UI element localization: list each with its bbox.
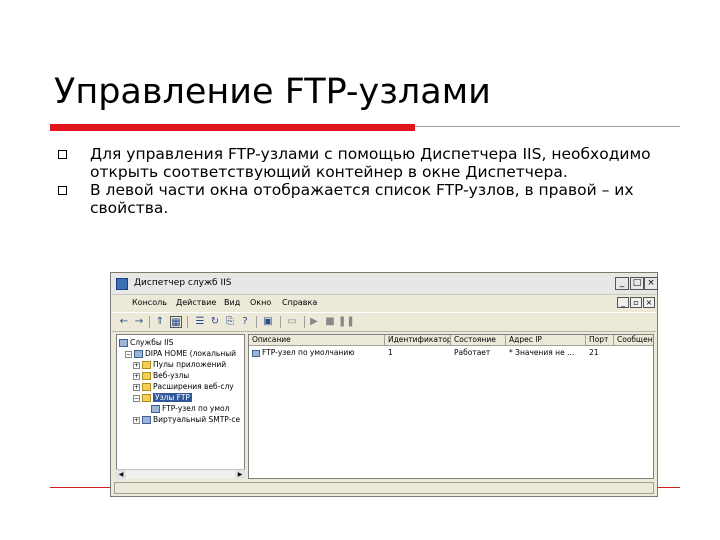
tree-item-web-sites[interactable]: + Веб-узлы xyxy=(133,370,189,381)
iis-icon xyxy=(119,339,128,347)
status-bar xyxy=(114,482,654,494)
forward-icon[interactable]: → xyxy=(133,316,145,328)
slide-title: Управление FTP-узлами xyxy=(54,72,491,112)
bullet-text: Для управления FTP-узлами с помощью Дисп… xyxy=(90,145,651,181)
tree-item-label: Веб-узлы xyxy=(153,371,190,380)
tree-item-web-extensions[interactable]: + Расширения веб-слу xyxy=(133,381,234,392)
toolbar-separator xyxy=(280,316,281,328)
bullet-text: В левой части окна отображается список F… xyxy=(90,181,634,217)
folder-icon xyxy=(142,361,151,369)
window-title: Диспетчер служб IIS xyxy=(134,278,232,288)
refresh-icon[interactable]: ↻ xyxy=(209,316,221,328)
back-icon[interactable]: ← xyxy=(118,316,130,328)
computer-icon[interactable]: ▭ xyxy=(286,316,298,328)
collapse-icon[interactable]: − xyxy=(125,350,132,358)
properties-icon[interactable]: ☰ xyxy=(194,316,206,328)
square-bullet-icon xyxy=(58,150,67,159)
expand-icon[interactable]: + xyxy=(133,361,140,369)
cell-id: 1 xyxy=(388,348,393,357)
cell-ip: * Значения не ... xyxy=(509,348,575,357)
column-header-message[interactable]: Сообщение xyxy=(614,335,653,346)
help-icon[interactable]: ? xyxy=(239,316,251,328)
folder-icon xyxy=(142,383,151,391)
collapse-icon[interactable]: − xyxy=(133,394,140,402)
expand-icon[interactable]: + xyxy=(133,383,140,391)
stop-icon[interactable]: ■ xyxy=(324,316,336,328)
mdi-minimize-button[interactable]: _ xyxy=(617,297,629,308)
tree-item-default-ftp[interactable]: FTP-узел по умол xyxy=(151,403,229,414)
scroll-right-icon[interactable]: ▶ xyxy=(235,470,245,479)
bullet-item: В левой части окна отображается список F… xyxy=(40,181,680,217)
window-titlebar[interactable]: Диспетчер служб IIS _ □ × xyxy=(112,274,658,295)
computer-icon[interactable]: ▣ xyxy=(262,316,274,328)
tree-item-server[interactable]: − DIPA HOME (локальный xyxy=(125,348,236,359)
tree-item-smtp[interactable]: + Виртуальный SMTP-се xyxy=(133,414,240,425)
details-pane: Описание Идентификатор Состояние Адрес I… xyxy=(248,334,654,479)
ftp-site-icon xyxy=(252,349,260,357)
tree-horizontal-scrollbar[interactable]: ◀ ▶ xyxy=(116,469,245,479)
iis-app-icon xyxy=(116,278,128,290)
maximize-button[interactable]: □ xyxy=(630,277,644,290)
toolbar-separator xyxy=(256,316,257,328)
export-icon[interactable]: ⎘ xyxy=(224,316,236,328)
square-bullet-icon xyxy=(58,186,67,195)
tree-item-label: Пулы приложений xyxy=(153,360,227,369)
close-button[interactable]: × xyxy=(644,277,658,290)
mdi-close-button[interactable]: × xyxy=(643,297,655,308)
toolbar-separator xyxy=(187,316,188,328)
expand-icon[interactable]: + xyxy=(133,372,140,380)
title-accent-bar xyxy=(50,124,415,131)
ftp-site-cell: FTP-узел по умолчанию xyxy=(252,348,355,358)
smtp-icon xyxy=(142,416,151,424)
menu-action[interactable]: Действие xyxy=(176,298,216,307)
menu-console[interactable]: Консоль xyxy=(132,298,167,307)
column-header-state[interactable]: Состояние xyxy=(451,335,506,346)
menu-help[interactable]: Справка xyxy=(282,298,317,307)
menu-view[interactable]: Вид xyxy=(224,298,240,307)
mdi-restore-button[interactable]: ▫ xyxy=(630,297,642,308)
tree-item-label: Расширения веб-слу xyxy=(153,382,234,391)
menu-bar: Консоль Действие Вид Окно Справка _ ▫ × xyxy=(112,295,656,311)
tree-item-label: Виртуальный SMTP-се xyxy=(153,415,241,424)
tree-item-label: FTP-узел по умол xyxy=(162,404,230,413)
toolbar-separator xyxy=(304,316,305,328)
column-header-id[interactable]: Идентификатор xyxy=(385,335,451,346)
toolbar-separator xyxy=(149,316,150,328)
play-icon[interactable]: ▶ xyxy=(308,316,320,328)
scroll-left-icon[interactable]: ◀ xyxy=(116,470,126,479)
ftp-site-icon xyxy=(151,405,160,413)
tree-item-ftp-sites[interactable]: − Узлы FTP xyxy=(133,392,192,403)
tree-item-label: Узлы FTP xyxy=(153,393,192,402)
tree-item-app-pools[interactable]: + Пулы приложений xyxy=(133,359,226,370)
folder-icon xyxy=(142,394,151,402)
column-header-port[interactable]: Порт xyxy=(586,335,614,346)
bullet-item: Для управления FTP-узлами с помощью Дисп… xyxy=(40,145,680,181)
column-header-ip[interactable]: Адрес IP xyxy=(506,335,586,346)
column-header-description[interactable]: Описание xyxy=(249,335,385,346)
bullet-list: Для управления FTP-узлами с помощью Дисп… xyxy=(40,145,680,217)
menu-window[interactable]: Окно xyxy=(250,298,271,307)
computer-icon xyxy=(134,350,143,358)
iis-manager-window: Диспетчер служб IIS _ □ × Консоль Действ… xyxy=(110,272,658,497)
cell-description: FTP-узел по умолчанию xyxy=(262,348,355,357)
up-icon[interactable]: ⇑ xyxy=(154,316,166,328)
folder-icon xyxy=(142,372,151,380)
show-tree-icon[interactable]: ▦ xyxy=(170,316,182,328)
tree-item-label: Службы IIS xyxy=(130,338,174,347)
toolbar: ← → ⇑ ▦ ☰ ↻ ⎘ ? ▣ ▭ ▶ ■ ❚❚ xyxy=(112,312,656,332)
minimize-button[interactable]: _ xyxy=(615,277,629,290)
tree-pane: Службы IIS − DIPA HOME (локальный + Пулы п… xyxy=(116,334,245,479)
tree-item-iis-services[interactable]: Службы IIS xyxy=(119,337,173,348)
pause-icon[interactable]: ❚❚ xyxy=(338,316,355,328)
expand-icon[interactable]: + xyxy=(133,416,140,424)
tree-item-label: DIPA HOME (локальный xyxy=(145,349,237,358)
cell-port: 21 xyxy=(589,348,599,357)
cell-state: Работает xyxy=(454,348,491,357)
